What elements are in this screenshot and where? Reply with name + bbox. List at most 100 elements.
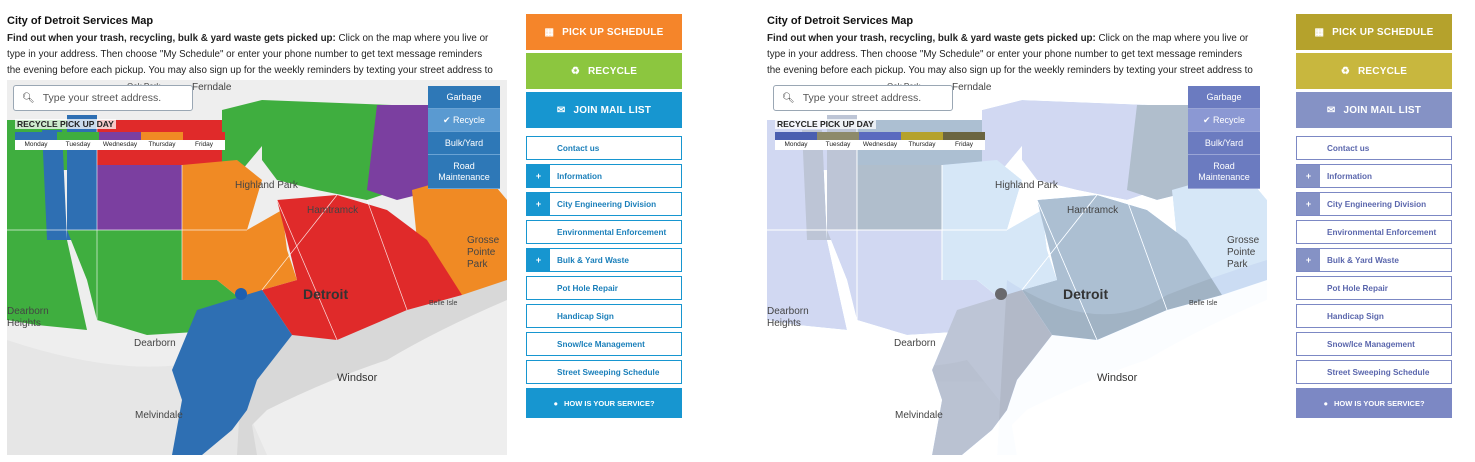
legend-swatch-monday (15, 132, 57, 140)
legend-day-wednesday: Wednesday (102, 141, 138, 148)
sidebar-link-street-sweeping-schedule[interactable]: Street Sweeping Schedule (526, 360, 682, 384)
pickup-schedule-label: PICK UP SCHEDULE (1332, 26, 1434, 38)
legend-day-thursday: Thursday (148, 141, 176, 148)
panel-recolored: City of Detroit Services Map Find out wh… (760, 0, 1475, 462)
layer-garbage-button[interactable]: Garbage (428, 86, 500, 109)
sidebar-link-label: Environmental Enforcement (1327, 227, 1437, 237)
sidebar-link-label: Information (557, 171, 603, 181)
layer-garbage-button[interactable]: Garbage (1188, 86, 1260, 109)
legend-day-friday: Friday (194, 141, 214, 148)
sidebar-link-city-engineering-division[interactable]: + City Engineering Division (526, 192, 682, 216)
layer-recycle-button[interactable]: ✔ Recycle (1188, 109, 1260, 132)
sidebar-link-pot-hole-repair[interactable]: Pot Hole Repair (526, 276, 682, 300)
address-search[interactable]: 🔍︎ Type your street address. (773, 85, 953, 111)
pickup-schedule-button[interactable]: ▦ PICK UP SCHEDULE (1296, 14, 1452, 50)
calendar-icon: ▦ (544, 26, 555, 38)
envelope-icon: ✉︎ (556, 104, 566, 116)
sidebar-link-environmental-enforcement[interactable]: Environmental Enforcement (526, 220, 682, 244)
calendar-icon: ▦ (1314, 26, 1325, 38)
sidebar-link-label: Snow/Ice Management (557, 339, 645, 349)
legend-day-friday: Friday (954, 141, 974, 148)
recycle-label: RECYCLE (1357, 65, 1408, 77)
sidebar-links: Contact us + Information + City Engineering … (526, 136, 682, 384)
recycle-button[interactable]: ♻︎ RECYCLE (526, 53, 682, 89)
sidebar-link-label: Contact us (557, 143, 600, 153)
recycle-icon: ♻︎ (1340, 65, 1350, 77)
sidebar-link-label: Information (1327, 171, 1373, 181)
instructions-heading: Find out when your trash, recycling, bul… (767, 33, 1096, 44)
sidebar-link-information[interactable]: + Information (1296, 164, 1452, 188)
join-mail-list-button[interactable]: ✉︎ JOIN MAIL LIST (526, 92, 682, 128)
legend-title: RECYCLE PICK UP DAY (775, 119, 876, 129)
plus-icon[interactable]: + (527, 165, 550, 187)
search-icon: 🔍︎ (782, 92, 795, 104)
plus-icon[interactable]: + (1297, 165, 1320, 187)
layer-road-maintenance-button[interactable]: Road Maintenance (428, 155, 500, 189)
sidebar-link-contact-us[interactable]: Contact us (526, 136, 682, 160)
legend-color-bars (775, 132, 985, 140)
sidebar-link-label: Handicap Sign (1327, 311, 1384, 321)
search-icon: 🔍︎ (22, 92, 35, 104)
plus-icon[interactable]: + (1297, 193, 1320, 215)
legend-swatch-thursday (141, 132, 183, 140)
legend-swatch-monday (775, 132, 817, 140)
recycle-button[interactable]: ♻︎ RECYCLE (1296, 53, 1452, 89)
legend-swatch-friday (183, 132, 225, 140)
layer-bulk-yard-button[interactable]: Bulk/Yard (1188, 132, 1260, 155)
sidebar-link-information[interactable]: + Information (526, 164, 682, 188)
services-map[interactable]: Ferndale Oak Park Highland Park Hamtramc… (767, 80, 1267, 455)
sidebar-link-label: City Engineering Division (1327, 199, 1427, 209)
sidebar: ▦ PICK UP SCHEDULE ♻︎ RECYCLE ✉︎ JOIN MAIL … (1296, 14, 1452, 418)
legend-day-monday: Monday (24, 141, 48, 148)
sidebar-link-label: Environmental Enforcement (557, 227, 667, 237)
legend-swatch-wednesday (99, 132, 141, 140)
legend-color-bars (15, 132, 225, 140)
sidebar-link-snow-ice-management[interactable]: Snow/Ice Management (526, 332, 682, 356)
legend-swatch-thursday (901, 132, 943, 140)
plus-icon[interactable]: + (1297, 249, 1320, 271)
chat-bubble-icon: ● (553, 398, 558, 408)
envelope-icon: ✉︎ (1326, 104, 1336, 116)
layer-recycle-button[interactable]: ✔ Recycle (428, 109, 500, 132)
layer-road-maintenance-button[interactable]: Road Maintenance (1188, 155, 1260, 189)
sidebar-link-label: City Engineering Division (557, 199, 657, 209)
sidebar-link-bulk-yard-waste[interactable]: + Bulk & Yard Waste (1296, 248, 1452, 272)
sidebar-link-pot-hole-repair[interactable]: Pot Hole Repair (1296, 276, 1452, 300)
sidebar-link-handicap-sign[interactable]: Handicap Sign (526, 304, 682, 328)
page-title: City of Detroit Services Map (7, 15, 154, 27)
sidebar-link-label: Pot Hole Repair (557, 283, 618, 293)
page-title: City of Detroit Services Map (767, 15, 914, 27)
how-is-your-service-button[interactable]: ● HOW IS YOUR SERVICE? (526, 388, 682, 418)
join-mail-list-label: JOIN MAIL LIST (1343, 104, 1422, 116)
sidebar-link-city-engineering-division[interactable]: + City Engineering Division (1296, 192, 1452, 216)
address-search[interactable]: 🔍︎ Type your street address. (13, 85, 193, 111)
how-is-your-service-button[interactable]: ● HOW IS YOUR SERVICE? (1296, 388, 1452, 418)
legend-day-wednesday: Wednesday (862, 141, 898, 148)
sidebar-link-handicap-sign[interactable]: Handicap Sign (1296, 304, 1452, 328)
sidebar-link-label: Pot Hole Repair (1327, 283, 1388, 293)
search-placeholder[interactable]: Type your street address. (803, 92, 921, 104)
pickup-schedule-button[interactable]: ▦ PICK UP SCHEDULE (526, 14, 682, 50)
sidebar-links: Contact us + Information + City Engineering … (1296, 136, 1452, 384)
sidebar-link-street-sweeping-schedule[interactable]: Street Sweeping Schedule (1296, 360, 1452, 384)
sidebar: ▦ PICK UP SCHEDULE ♻︎ RECYCLE ✉︎ JOIN MAIL … (526, 14, 682, 418)
legend-day-tuesday: Tuesday (825, 141, 851, 148)
service-label: HOW IS YOUR SERVICE? (563, 398, 655, 408)
legend-day-tuesday: Tuesday (65, 141, 91, 148)
join-mail-list-label: JOIN MAIL LIST (573, 104, 652, 116)
plus-icon[interactable]: + (527, 249, 550, 271)
plus-icon[interactable]: + (527, 193, 550, 215)
layer-bulk-yard-button[interactable]: Bulk/Yard (428, 132, 500, 155)
sidebar-link-environmental-enforcement[interactable]: Environmental Enforcement (1296, 220, 1452, 244)
sidebar-link-snow-ice-management[interactable]: Snow/Ice Management (1296, 332, 1452, 356)
sidebar-link-bulk-yard-waste[interactable]: + Bulk & Yard Waste (526, 248, 682, 272)
services-map[interactable]: Ferndale Oak Park Highland Park Hamtramc… (7, 80, 507, 455)
sidebar-link-label: Street Sweeping Schedule (1327, 367, 1430, 377)
legend-swatch-tuesday (817, 132, 859, 140)
search-placeholder[interactable]: Type your street address. (43, 92, 161, 104)
join-mail-list-button[interactable]: ✉︎ JOIN MAIL LIST (1296, 92, 1452, 128)
legend-day-labels: Monday Tuesday Wednesday Thursday Friday (775, 140, 985, 150)
layer-switcher: Garbage ✔ Recycle Bulk/Yard Road Mainten… (428, 86, 500, 189)
legend-title: RECYCLE PICK UP DAY (15, 119, 116, 129)
sidebar-link-contact-us[interactable]: Contact us (1296, 136, 1452, 160)
